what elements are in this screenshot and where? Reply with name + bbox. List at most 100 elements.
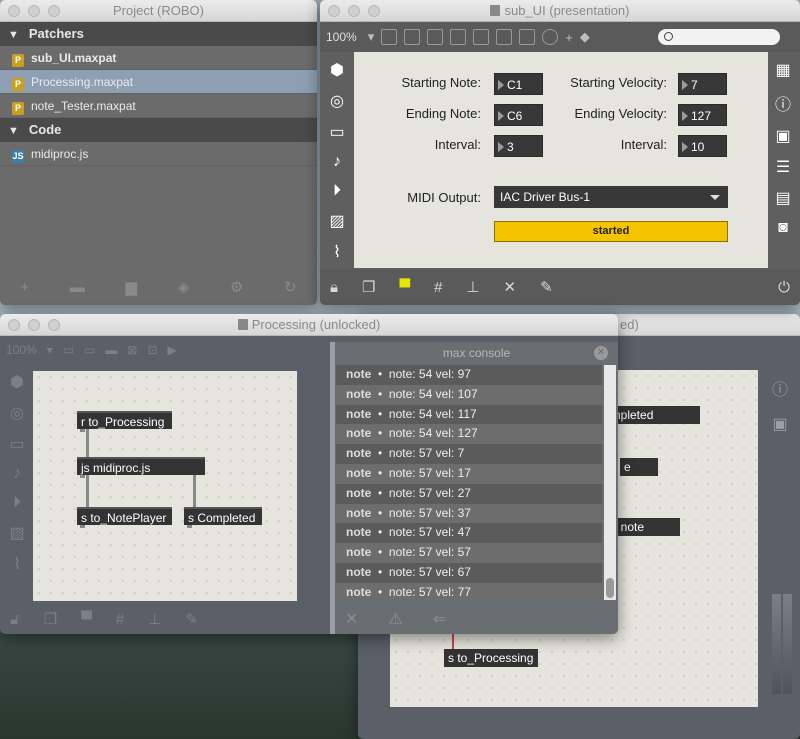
back-arrow-icon[interactable]: ⇐ xyxy=(433,609,446,629)
minimize-button[interactable] xyxy=(348,5,360,17)
toggle-icon[interactable] xyxy=(473,29,490,45)
number-icon[interactable]: ▶ xyxy=(168,343,177,357)
project-titlebar[interactable]: Project (ROBO) xyxy=(0,0,317,22)
windows-icon[interactable]: ❐ xyxy=(362,278,375,296)
console-row[interactable]: note • note: 57 vel: 57 xyxy=(336,543,602,563)
interval-field-right[interactable]: 10 xyxy=(678,135,727,157)
zoom-chevron-icon[interactable]: ▾ xyxy=(368,29,375,45)
zoom-chevron-icon[interactable]: ▾ xyxy=(47,343,53,357)
play-sequence-icon[interactable]: ⏵ xyxy=(333,182,341,200)
minimize-button[interactable] xyxy=(28,319,40,331)
number-icon[interactable] xyxy=(496,29,513,45)
patcher-canvas[interactable]: r to_Processing js midiproc.js s to_Note… xyxy=(33,371,297,601)
list-icon[interactable]: ☰ xyxy=(776,157,790,177)
tester-object-send-processing[interactable]: s to_Processing xyxy=(444,649,538,667)
layers-icon[interactable]: ◈ xyxy=(178,278,190,296)
add-icon[interactable]: + xyxy=(20,279,29,296)
close-button[interactable] xyxy=(8,319,20,331)
search-input[interactable] xyxy=(658,29,780,45)
comment-icon[interactable]: ▬ xyxy=(105,343,117,357)
book-icon[interactable]: ▣ xyxy=(775,126,790,146)
grid-icon[interactable]: # xyxy=(434,279,442,296)
midi-output-menu[interactable]: IAC Driver Bus-1 xyxy=(494,186,728,208)
console-row[interactable]: note • note: 57 vel: 17 xyxy=(336,463,602,484)
music-note-icon[interactable]: ♪ xyxy=(333,153,341,171)
refresh-icon[interactable]: ↻ xyxy=(284,278,297,296)
button-icon[interactable]: ⊠ xyxy=(127,343,137,357)
reference-icon[interactable]: ▤ xyxy=(775,188,790,208)
close-button[interactable] xyxy=(8,5,20,17)
console-row[interactable]: note • note: 54 vel: 127 xyxy=(336,424,602,445)
sub-ui-titlebar[interactable]: sub_UI (presentation) xyxy=(320,0,800,22)
starting-note-field[interactable]: C1 xyxy=(494,73,543,95)
console-row[interactable]: note • note: 57 vel: 77 xyxy=(336,582,602,600)
disclosure-triangle-icon[interactable]: ▼ xyxy=(8,23,19,47)
object-send-noteplayer[interactable]: s to_NotePlayer xyxy=(77,507,172,528)
tester-object-note[interactable]: t note xyxy=(610,518,680,536)
dial-icon[interactable] xyxy=(542,29,559,45)
console-scrollbar[interactable] xyxy=(604,365,616,600)
camera-icon[interactable]: ◙ xyxy=(778,219,788,237)
console-row[interactable]: note • note: 57 vel: 7 xyxy=(336,444,602,464)
warning-icon[interactable]: ⚠ xyxy=(388,609,402,629)
starting-velocity-field[interactable]: 7 xyxy=(678,73,727,95)
paperclip-icon[interactable]: ⌇ xyxy=(13,554,21,574)
project-item-sub-ui[interactable]: Psub_UI.maxpat xyxy=(0,46,317,70)
zoom-menu[interactable]: 100% xyxy=(326,30,357,44)
toggle-icon[interactable]: ⊡ xyxy=(147,343,157,357)
power-icon[interactable]: ⏻ xyxy=(778,279,790,296)
ending-velocity-field[interactable]: 127 xyxy=(678,104,727,126)
target-icon[interactable]: ◎ xyxy=(10,403,24,423)
gear-icon[interactable]: ⚙ xyxy=(230,278,243,296)
folder-icon[interactable]: ▆ xyxy=(125,278,137,296)
book-icon[interactable]: ▣ xyxy=(772,414,787,434)
paint-bucket-icon[interactable]: ◆ xyxy=(580,29,590,45)
console-row[interactable]: note • note: 54 vel: 107 xyxy=(336,384,602,405)
object-icon[interactable]: ▭ xyxy=(63,343,74,357)
keyboard-icon[interactable]: ▭ xyxy=(9,434,24,454)
play-sequence-icon[interactable]: ⏵ xyxy=(13,494,21,512)
image-icon[interactable]: ▨ xyxy=(9,523,24,543)
message-icon[interactable]: ▭ xyxy=(84,343,95,357)
wrench-icon[interactable]: ✎ xyxy=(185,610,198,628)
hierarchy-icon[interactable]: ⊥ xyxy=(148,610,161,628)
ending-note-field[interactable]: C6 xyxy=(494,104,543,126)
image-icon[interactable]: ▨ xyxy=(329,211,344,231)
wrench-icon[interactable]: ✎ xyxy=(540,278,553,296)
presentation-icon[interactable]: ▀ xyxy=(399,279,410,296)
object-js[interactable]: js midiproc.js xyxy=(77,457,205,478)
object-receive[interactable]: r to_Processing xyxy=(77,411,172,432)
hierarchy-icon[interactable]: ⊥ xyxy=(466,278,479,296)
close-icon[interactable]: ✕ xyxy=(594,346,608,360)
grid-icon[interactable]: ▦ xyxy=(775,60,790,80)
console-row[interactable]: note • note: 57 vel: 67 xyxy=(336,562,602,583)
project-item-note-tester[interactable]: Pnote_Tester.maxpat xyxy=(0,94,317,118)
windows-icon[interactable]: ❐ xyxy=(44,610,57,628)
paperclip-icon[interactable]: ⌇ xyxy=(333,242,341,262)
clear-icon[interactable]: ✕ xyxy=(345,609,358,629)
comment-icon[interactable]: ▬ xyxy=(70,279,85,296)
zoom-button[interactable] xyxy=(368,5,380,17)
cube-icon[interactable]: ⬢ xyxy=(10,372,24,392)
music-note-icon[interactable]: ♪ xyxy=(13,465,21,483)
zoom-menu[interactable]: 100% xyxy=(6,343,37,357)
started-button[interactable]: started xyxy=(494,221,728,242)
grid-icon[interactable]: # xyxy=(116,611,124,628)
disclosure-triangle-icon[interactable]: ▼ xyxy=(8,119,19,143)
console-row[interactable]: note • note: 57 vel: 37 xyxy=(336,503,602,524)
processing-titlebar[interactable]: Processing (unlocked) xyxy=(0,314,618,336)
comment-icon[interactable] xyxy=(427,29,444,45)
message-icon[interactable] xyxy=(404,29,421,45)
console-row[interactable]: note • note: 54 vel: 117 xyxy=(336,404,602,425)
console-row[interactable]: note • note: 57 vel: 47 xyxy=(336,523,602,544)
project-item-midiproc[interactable]: JS midiproc.js xyxy=(0,142,317,166)
section-code[interactable]: ▼ Code xyxy=(0,118,317,142)
tester-object-e[interactable]: e xyxy=(620,458,658,476)
slider-icon[interactable] xyxy=(519,29,536,45)
target-icon[interactable]: ◎ xyxy=(330,91,344,111)
button-icon[interactable] xyxy=(450,29,467,45)
lock-icon[interactable]: 🔓︎ xyxy=(10,611,20,628)
keyboard-icon[interactable]: ▭ xyxy=(329,122,344,142)
lock-icon[interactable]: 🔒︎ xyxy=(330,279,338,296)
object-icon[interactable] xyxy=(381,29,398,45)
